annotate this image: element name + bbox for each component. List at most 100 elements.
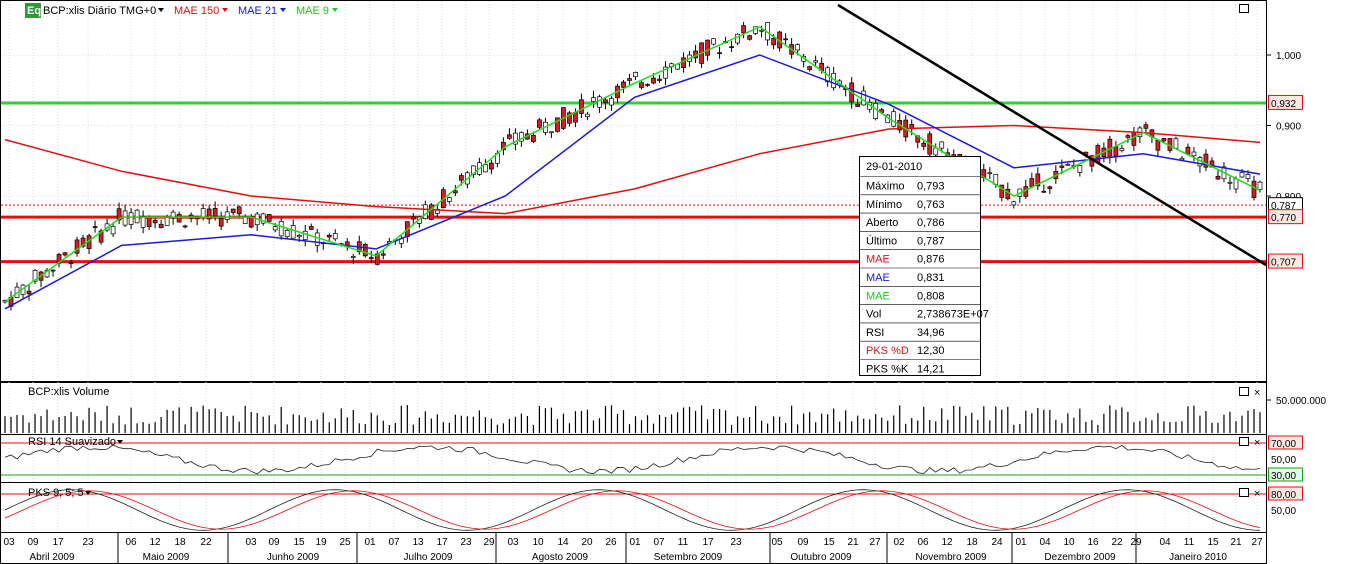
price-label: 0,770 bbox=[1271, 213, 1296, 224]
candle-body bbox=[681, 57, 686, 68]
tooltip-date: 29-01-2010 bbox=[866, 161, 922, 173]
candle-body bbox=[573, 111, 578, 123]
candle-body bbox=[1173, 138, 1179, 149]
mae9-legend[interactable]: MAE 9 bbox=[296, 5, 329, 17]
close-pks-icon[interactable]: × bbox=[1254, 488, 1260, 500]
price-panel[interactable] bbox=[0, 0, 1267, 382]
x-tick-day: 17 bbox=[52, 537, 64, 548]
x-tick-day: 09 bbox=[27, 537, 39, 548]
x-tick-month: Dezembro 2009 bbox=[1044, 552, 1116, 563]
pks-tick-label: 50,00 bbox=[1271, 506, 1296, 517]
x-tick-day: 01 bbox=[364, 537, 376, 548]
candle-body bbox=[771, 38, 776, 46]
instrument-title[interactable]: BCP:xlis Diário TMG+0 bbox=[43, 5, 156, 17]
x-tick-month: Maio 2009 bbox=[143, 552, 190, 563]
candle-body bbox=[62, 252, 68, 256]
candle-body bbox=[1041, 190, 1047, 193]
close-volume-icon[interactable]: × bbox=[1254, 387, 1260, 399]
x-tick-month: Outubro 2009 bbox=[790, 552, 852, 563]
candle-body bbox=[1251, 180, 1257, 198]
x-tick-day: 05 bbox=[771, 537, 783, 548]
candle-body bbox=[68, 262, 74, 264]
candle-body bbox=[987, 172, 993, 175]
tooltip-label: MAE bbox=[866, 254, 890, 266]
candle-body bbox=[410, 216, 416, 220]
candle-body bbox=[747, 35, 752, 40]
candle-body bbox=[128, 212, 134, 225]
tooltip-value: 2,738673E+07 bbox=[917, 309, 989, 321]
x-tick-day: 01 bbox=[1015, 537, 1027, 548]
logo-text: Eq bbox=[27, 5, 41, 17]
candle-body bbox=[1191, 151, 1197, 157]
candle-body bbox=[176, 213, 182, 223]
candle-body bbox=[1011, 201, 1017, 206]
candle-body bbox=[627, 78, 632, 81]
candle-body bbox=[1119, 148, 1125, 151]
tooltip-value: 0,763 bbox=[917, 199, 945, 211]
candle-body bbox=[639, 82, 644, 88]
volume-title: BCP:xlis Volume bbox=[28, 386, 109, 398]
candle-body bbox=[645, 84, 650, 86]
x-tick-day: 17 bbox=[702, 537, 714, 548]
x-tick-day: 23 bbox=[460, 537, 472, 548]
x-tick-day: 03 bbox=[507, 537, 519, 548]
x-tick-day: 27 bbox=[1251, 537, 1263, 548]
candle-body bbox=[314, 232, 320, 246]
close-rsi-icon[interactable]: × bbox=[1254, 437, 1260, 449]
tooltip-label: Aberto bbox=[866, 217, 898, 229]
tooltip-value: 0,876 bbox=[917, 254, 945, 266]
mae21-legend[interactable]: MAE 21 bbox=[238, 5, 277, 17]
y-tick-label: 0,900 bbox=[1276, 122, 1301, 133]
x-tick-month: Novembro 2009 bbox=[915, 552, 987, 563]
tooltip-value: 0,808 bbox=[917, 290, 945, 302]
tooltip-value: 0,831 bbox=[917, 272, 945, 284]
x-tick-day: 12 bbox=[941, 537, 953, 548]
mae150-legend[interactable]: MAE 150 bbox=[174, 5, 219, 17]
candle-body bbox=[1065, 164, 1071, 166]
maximize-volume-icon[interactable] bbox=[1239, 387, 1249, 396]
x-tick-day: 10 bbox=[532, 537, 544, 548]
maximize-rsi-icon[interactable] bbox=[1239, 437, 1249, 446]
x-tick-month: Julho 2009 bbox=[404, 552, 453, 563]
candle-body bbox=[332, 233, 338, 240]
candle-body bbox=[1113, 146, 1119, 157]
x-tick-day: 09 bbox=[268, 537, 280, 548]
candle-body bbox=[308, 226, 314, 230]
x-tick-day: 06 bbox=[917, 537, 929, 548]
x-tick-day: 04 bbox=[1159, 537, 1171, 548]
candle-body bbox=[284, 230, 290, 238]
x-tick-day: 20 bbox=[581, 537, 593, 548]
pks-title: PKS 9; 5; 5 bbox=[28, 487, 84, 499]
candle-body bbox=[218, 218, 224, 227]
candle-body bbox=[200, 208, 206, 218]
candle-body bbox=[621, 81, 626, 88]
candle-body bbox=[1215, 175, 1221, 180]
rsi-tick-label: 50,00 bbox=[1271, 455, 1296, 466]
chart[interactable]: 1,0000,9000,8000,9320,7870,7700,70750.00… bbox=[0, 0, 1357, 564]
candle-body bbox=[633, 72, 638, 78]
tooltip-label: MAE bbox=[866, 290, 890, 302]
x-tick-day: 22 bbox=[200, 537, 212, 548]
x-tick-day: 11 bbox=[1184, 537, 1195, 548]
candle-body bbox=[302, 230, 308, 241]
candle-body bbox=[1155, 139, 1161, 151]
candle-body bbox=[92, 226, 98, 228]
x-tick-day: 16 bbox=[1087, 537, 1099, 548]
x-tick-day: 12 bbox=[149, 537, 161, 548]
candle-body bbox=[362, 244, 368, 257]
candle-body bbox=[230, 208, 236, 213]
x-tick-day: 02 bbox=[893, 537, 905, 548]
pks-tick-label: 80,00 bbox=[1271, 490, 1296, 501]
maximize-pks-icon[interactable] bbox=[1239, 488, 1249, 497]
candle-body bbox=[1029, 178, 1035, 187]
x-tick-day: 07 bbox=[653, 537, 665, 548]
volume-panel[interactable] bbox=[0, 382, 1267, 435]
candle-body bbox=[873, 103, 879, 120]
rsi-title: RSI 14 Suavizado bbox=[28, 436, 116, 448]
candle-body bbox=[236, 206, 242, 215]
x-tick-day: 23 bbox=[730, 537, 742, 548]
pks-panel[interactable] bbox=[0, 482, 1267, 533]
maximize-price-icon[interactable] bbox=[1239, 4, 1249, 13]
x-tick-day: 26 bbox=[605, 537, 617, 548]
candle-body bbox=[711, 38, 716, 45]
